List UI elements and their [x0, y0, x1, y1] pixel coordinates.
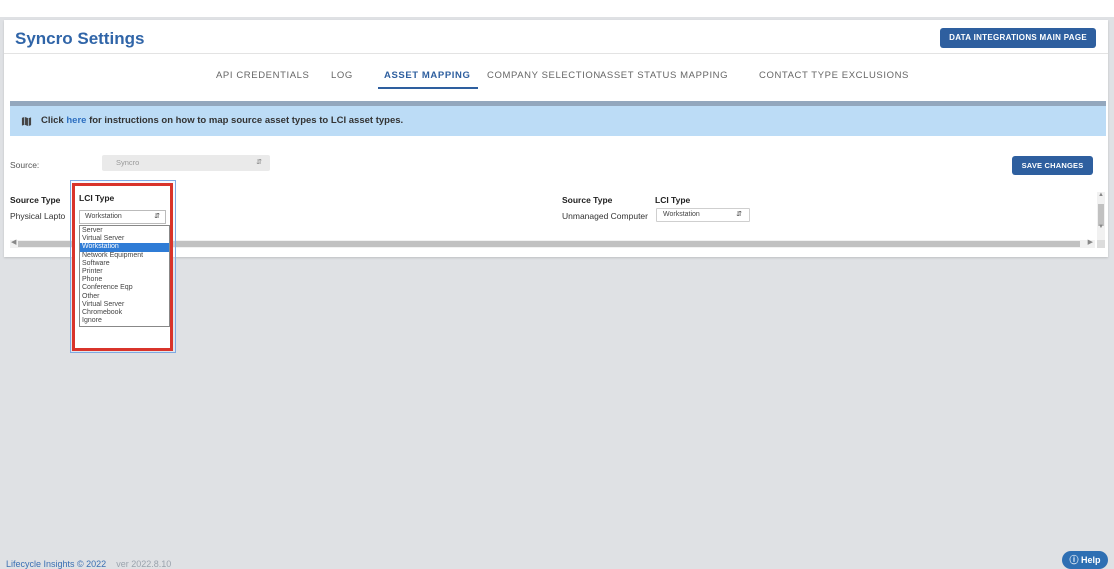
scroll-left-icon[interactable]: ◀	[11, 238, 16, 246]
top-strip	[0, 0, 1114, 17]
vertical-scrollbar[interactable]: ▲ ▼	[1097, 192, 1105, 240]
scroll-right-icon[interactable]: ▶	[1088, 238, 1093, 246]
source-type-cell-left: Physical Lapto	[10, 211, 66, 221]
data-integrations-main-page-button[interactable]: DATA INTEGRATIONS MAIN PAGE	[940, 28, 1096, 48]
tab-bar: API CREDENTIALS LOG ASSET MAPPING COMPAN…	[4, 54, 1108, 98]
highlighted-lci-type-dropdown: LCI Type Workstation ⇵ Server Virtual Se…	[72, 183, 173, 351]
panel-header: Syncro Settings DATA INTEGRATIONS MAIN P…	[4, 20, 1108, 54]
vertical-scroll-thumb[interactable]	[1098, 204, 1104, 226]
scroll-up-icon[interactable]: ▲	[1098, 192, 1104, 198]
page-title: Syncro Settings	[15, 29, 145, 48]
select-arrows-icon: ⇵	[736, 211, 742, 218]
help-icon: ⓘ	[1069, 555, 1079, 565]
option-virtual-server-2[interactable]: Virtual Server	[80, 301, 169, 309]
lci-type-select-right-value: Workstation	[663, 211, 700, 218]
option-conference-eqp[interactable]: Conference Eqp	[80, 284, 169, 292]
source-label: Source:	[10, 160, 40, 170]
lci-type-select-right[interactable]: Workstation ⇵	[656, 208, 750, 222]
scroll-down-icon[interactable]: ▼	[1098, 224, 1104, 230]
option-software[interactable]: Software	[80, 260, 169, 268]
info-banner: Click here for instructions on how to ma…	[10, 101, 1106, 136]
option-workstation[interactable]: Workstation	[80, 243, 169, 252]
option-virtual-server[interactable]: Virtual Server	[80, 235, 169, 243]
lci-type-header-left: LCI Type	[79, 193, 115, 203]
lci-type-options-list: Server Virtual Server Workstation Networ…	[79, 225, 170, 328]
help-button[interactable]: ⓘ Help	[1062, 551, 1108, 569]
tab-asset-mapping[interactable]: ASSET MAPPING	[384, 70, 470, 81]
select-arrows-icon: ⇵	[154, 213, 160, 220]
source-type-header-right: Source Type	[562, 195, 613, 205]
map-icon	[21, 116, 32, 127]
option-phone[interactable]: Phone	[80, 276, 169, 284]
tab-contact-type-exclusions[interactable]: CONTACT TYPE EXCLUSIONS	[759, 70, 909, 81]
info-prefix: Click	[41, 115, 67, 126]
horizontal-scroll-thumb[interactable]	[18, 241, 1080, 247]
scrollbar-corner	[1097, 240, 1105, 248]
option-chromebook[interactable]: Chromebook	[80, 309, 169, 317]
option-server[interactable]: Server	[80, 227, 169, 235]
footer-text: Lifecycle Insights © 2022 ver 2022.8.10	[6, 559, 171, 569]
active-tab-indicator	[378, 87, 478, 89]
option-network-equipment[interactable]: Network Equipment	[80, 252, 169, 260]
info-suffix: for instructions on how to map source as…	[86, 115, 404, 126]
tab-company-selection[interactable]: COMPANY SELECTION	[487, 70, 601, 81]
footer-version: ver 2022.8.10	[116, 559, 172, 569]
option-ignore[interactable]: Ignore	[80, 317, 169, 325]
source-select-value: Syncro	[116, 158, 140, 167]
instructions-link[interactable]: here	[66, 115, 86, 126]
footer-brand-link[interactable]: Lifecycle Insights © 2022	[6, 559, 106, 569]
save-changes-button[interactable]: SAVE CHANGES	[1012, 156, 1093, 175]
lci-type-header-right: LCI Type	[655, 195, 691, 205]
tab-asset-status-mapping[interactable]: ASSET STATUS MAPPING	[600, 70, 728, 81]
lci-type-select-left-value: Workstation	[85, 213, 122, 220]
info-text: Click here for instructions on how to ma…	[41, 115, 403, 126]
select-arrows-icon: ⇵	[256, 159, 262, 166]
tab-log[interactable]: LOG	[331, 70, 353, 81]
tab-api-credentials[interactable]: API CREDENTIALS	[216, 70, 309, 81]
source-select[interactable]: Syncro ⇵	[102, 155, 270, 171]
option-other[interactable]: Other	[80, 293, 169, 301]
option-printer[interactable]: Printer	[80, 268, 169, 276]
source-type-cell-right: Unmanaged Computer	[562, 211, 648, 221]
help-label: Help	[1081, 555, 1101, 565]
source-type-header-left: Source Type	[10, 195, 61, 205]
lci-type-select-left[interactable]: Workstation ⇵	[79, 210, 166, 224]
